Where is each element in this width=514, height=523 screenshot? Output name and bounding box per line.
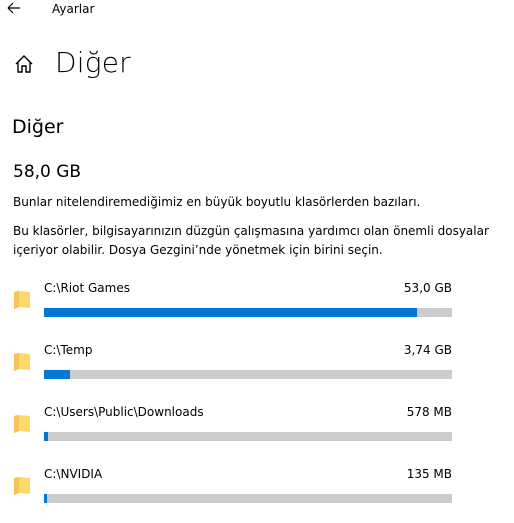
folder-size: 135 MB <box>406 467 452 481</box>
home-icon <box>15 55 33 73</box>
title-bar: Ayarlar <box>0 0 514 20</box>
back-button[interactable] <box>6 0 24 16</box>
total-size: 58,0 GB <box>13 162 82 182</box>
description-text-detail: Bu klasörler, bilgisayarınızın düzgün ça… <box>13 224 489 257</box>
usage-bar-fill <box>44 494 47 503</box>
usage-bar <box>44 370 452 379</box>
usage-bar <box>44 432 452 441</box>
folder-item-nvidia[interactable]: C:\NVIDIA 135 MB <box>0 466 514 522</box>
folder-item-public-downloads[interactable]: C:\Users\Public\Downloads 578 MB <box>0 404 514 460</box>
description-text: Bunlar nitelendiremediğimiz en büyük boy… <box>13 195 421 209</box>
folder-icon <box>14 477 30 495</box>
folder-size: 3,74 GB <box>403 343 452 357</box>
page-title: Diğer <box>55 46 131 79</box>
usage-bar-fill <box>44 370 70 379</box>
folder-size: 578 MB <box>406 405 452 419</box>
folder-icon <box>14 353 30 371</box>
home-button[interactable] <box>13 53 35 75</box>
folder-path: C:\Riot Games <box>44 281 130 295</box>
usage-bar <box>44 308 452 317</box>
usage-bar-fill <box>44 432 48 441</box>
folder-item-riot-games[interactable]: C:\Riot Games 53,0 GB <box>0 280 514 336</box>
usage-bar <box>44 494 452 503</box>
arrow-left-icon <box>7 2 20 14</box>
folder-item-temp[interactable]: C:\Temp 3,74 GB <box>0 342 514 398</box>
folder-path: C:\Users\Public\Downloads <box>44 405 204 419</box>
folder-icon <box>14 415 30 433</box>
folder-path: C:\Temp <box>44 343 93 357</box>
folder-icon <box>14 291 30 309</box>
section-title: Diğer <box>12 116 64 138</box>
usage-bar-fill <box>44 308 417 317</box>
app-title: Ayarlar <box>52 2 95 16</box>
folder-size: 53,0 GB <box>403 281 452 295</box>
folder-path: C:\NVIDIA <box>44 467 103 481</box>
